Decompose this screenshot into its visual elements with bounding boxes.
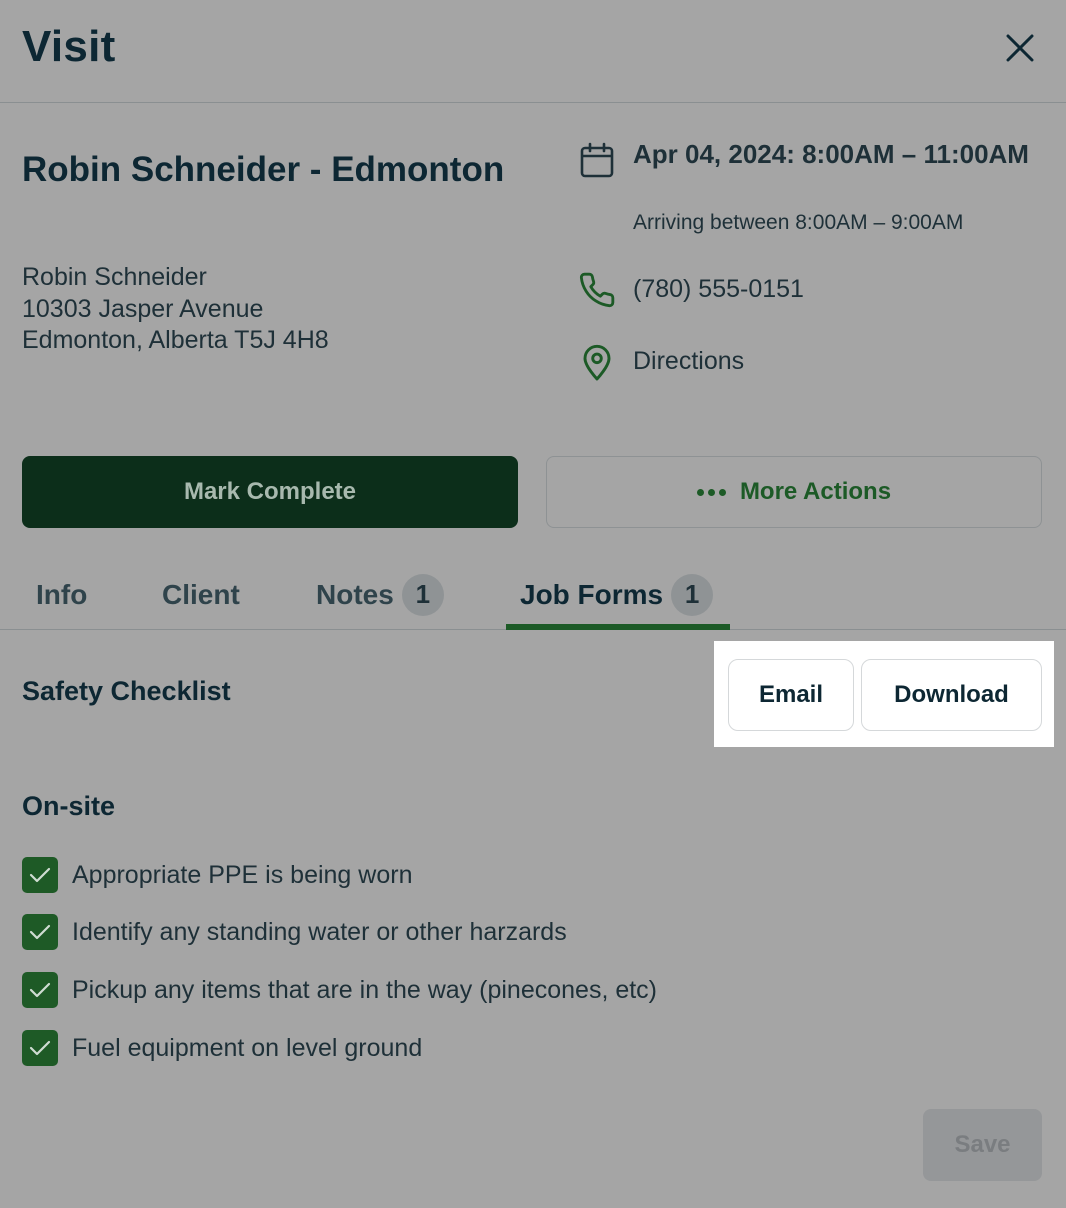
tab-label: Client [162,578,240,610]
job-forms-count-badge: 1 [671,573,714,616]
visit-title: Robin Schneider - Edmonton [22,150,505,189]
phone-icon[interactable] [577,270,617,310]
checklist-item: Pickup any items that are in the way (pi… [22,972,657,1008]
download-label: Download [894,681,1009,708]
more-actions-button[interactable]: More Actions [546,456,1042,528]
checklist-item-label: Pickup any items that are in the way (pi… [72,975,658,1004]
modal-header: Visit [0,0,1066,103]
client-name: Robin Schneider [22,263,207,291]
tab-client[interactable]: Client [162,560,240,629]
address-line-2: Edmonton, Alberta T5J 4H8 [22,326,329,354]
checkmark-icon [29,1040,51,1056]
save-button[interactable]: Save [923,1109,1042,1181]
client-address: Robin Schneider 10303 Jasper Avenue Edmo… [22,262,329,357]
checkmark-icon [29,982,51,998]
map-pin-icon[interactable] [577,343,617,383]
checkmark-icon [29,924,51,940]
checklist-item-label: Appropriate PPE is being worn [72,860,413,889]
mark-complete-button[interactable]: Mark Complete [22,456,518,528]
active-tab-indicator [506,624,730,630]
checkmark-icon [29,867,51,883]
notes-count-badge: 1 [401,573,444,616]
mark-complete-label: Mark Complete [183,478,357,505]
download-button[interactable]: Download [861,659,1042,731]
checklist-item: Fuel equipment on level ground [22,1030,422,1066]
phone-link[interactable]: (780) 555-0151 [633,275,804,304]
directions-link[interactable]: Directions [633,347,744,376]
tab-label: Job Forms [520,578,664,610]
email-button[interactable]: Email [728,659,854,731]
address-line-1: 10303 Jasper Avenue [22,294,264,323]
email-label: Email [758,681,824,708]
close-icon [1006,34,1034,62]
checklist-item-label: Fuel equipment on level ground [72,1033,423,1062]
tab-info[interactable]: Info [36,560,87,629]
tab-job-forms[interactable]: Job Forms 1 [520,560,714,629]
modal-title: Visit [22,22,116,71]
checkbox[interactable] [22,914,58,950]
more-dots-icon [696,488,726,496]
checkbox[interactable] [22,1030,58,1066]
checklist-item-label: Identify any standing water or other har… [72,917,567,946]
more-actions-label: More Actions [739,478,892,505]
tab-notes[interactable]: Notes 1 [316,560,444,629]
checkbox[interactable] [22,972,58,1008]
checklist-item: Identify any standing water or other har… [22,914,567,950]
tab-bar: Info Client Notes 1 Job Forms 1 [0,560,1066,630]
tab-label: Info [36,578,88,610]
close-button[interactable] [998,26,1042,70]
tab-label: Notes [316,578,394,610]
checklist-group-title: On-site [22,791,116,821]
save-label: Save [954,1131,1011,1158]
form-title: Safety Checklist [22,676,231,706]
calendar-icon [577,141,617,181]
arrival-window: Arriving between 8:00AM – 9:00AM [633,211,964,234]
checklist-item: Appropriate PPE is being worn [22,857,412,893]
checkbox[interactable] [22,857,58,893]
visit-date-range: Apr 04, 2024: 8:00AM – 11:00AM [633,139,1029,169]
